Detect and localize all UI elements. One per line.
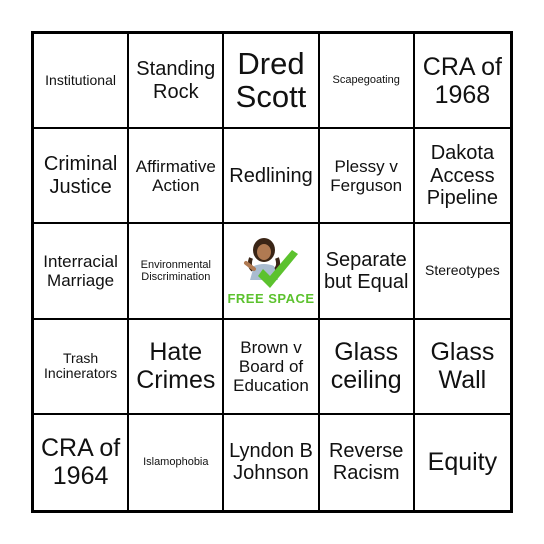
cell-text: CRA of 1964 [40, 434, 121, 491]
cell-text: Interracial Marriage [43, 251, 118, 290]
bingo-cell[interactable]: Dakota Access Pipeline [414, 129, 510, 225]
bingo-cell[interactable]: Standing Rock [129, 34, 225, 130]
cell-text: Lyndon B Johnson [229, 440, 313, 485]
bitmoji-checkmark-icon [243, 237, 298, 288]
cell-text: Trash Incinerators [44, 349, 118, 382]
cell-text: Standing Rock [136, 58, 216, 103]
bingo-cell[interactable]: Hate Crimes [129, 319, 225, 415]
cell-text: Environmental Discrimination [140, 258, 211, 283]
cell-text: Brown v Board of Education [233, 337, 309, 395]
cell-text: Dakota Access Pipeline [426, 142, 498, 209]
bingo-cell[interactable]: Plessy v Ferguson [319, 129, 415, 225]
bingo-cell[interactable]: Environmental Discrimination [129, 224, 225, 320]
cell-text: Plessy v Ferguson [330, 156, 403, 195]
bingo-cell[interactable]: CRA of 1964 [34, 414, 130, 510]
cell-text: Scapegoating [332, 74, 400, 87]
bingo-cell[interactable]: Affirmative Action [129, 129, 225, 225]
cell-text: CRA of 1968 [422, 52, 502, 109]
bingo-cell[interactable]: Dred Scott [224, 34, 320, 130]
bingo-cell[interactable]: Islamophobia [129, 414, 225, 510]
bingo-cell[interactable]: Stereotypes [414, 224, 510, 320]
bingo-cell[interactable]: Scapegoating [319, 34, 415, 130]
bingo-cell[interactable]: CRA of 1968 [414, 34, 510, 130]
cell-text: Islamophobia [143, 456, 209, 469]
cell-text: Stereotypes [425, 262, 500, 279]
bingo-cell[interactable]: Brown v Board of Education [224, 319, 320, 415]
cell-text: Reverse Racism [328, 440, 404, 485]
bingo-cell[interactable]: Trash Incinerators [34, 319, 130, 415]
bingo-cell[interactable]: Glass ceiling [319, 319, 415, 415]
cell-text: Hate Crimes [136, 338, 216, 395]
bingo-cell[interactable]: Redlining [224, 129, 320, 225]
cell-text: Redlining [229, 164, 313, 187]
bingo-cell[interactable]: Reverse Racism [320, 414, 415, 510]
cell-text: Affirmative Action [135, 156, 216, 195]
bingo-cell[interactable]: Interracial Marriage [34, 224, 130, 320]
cell-text: Equity [427, 448, 498, 477]
cell-text: Glass ceiling [330, 338, 402, 395]
cell-text: Institutional [45, 71, 116, 88]
cell-text: Dred Scott [235, 46, 307, 114]
cell-text: Criminal Justice [43, 153, 118, 198]
bingo-cell[interactable]: Separate but Equal [319, 224, 415, 320]
cell-text: Glass Wall [430, 338, 495, 395]
bingo-cell[interactable]: Equity [415, 415, 510, 510]
bingo-cell[interactable]: Criminal Justice [34, 129, 130, 225]
bingo-cell[interactable]: Lyndon B Johnson [224, 414, 320, 510]
bingo-cell[interactable]: Institutional [34, 34, 130, 130]
bingo-cell[interactable]: Glass Wall [414, 320, 510, 415]
free-space-label: FREE SPACE [227, 290, 315, 306]
cell-text: Separate but Equal [323, 248, 409, 293]
bingo-board: Institutional Standing Rock Dred Scott S… [31, 31, 513, 513]
free-space-cell[interactable]: FREE SPACE [224, 224, 320, 320]
